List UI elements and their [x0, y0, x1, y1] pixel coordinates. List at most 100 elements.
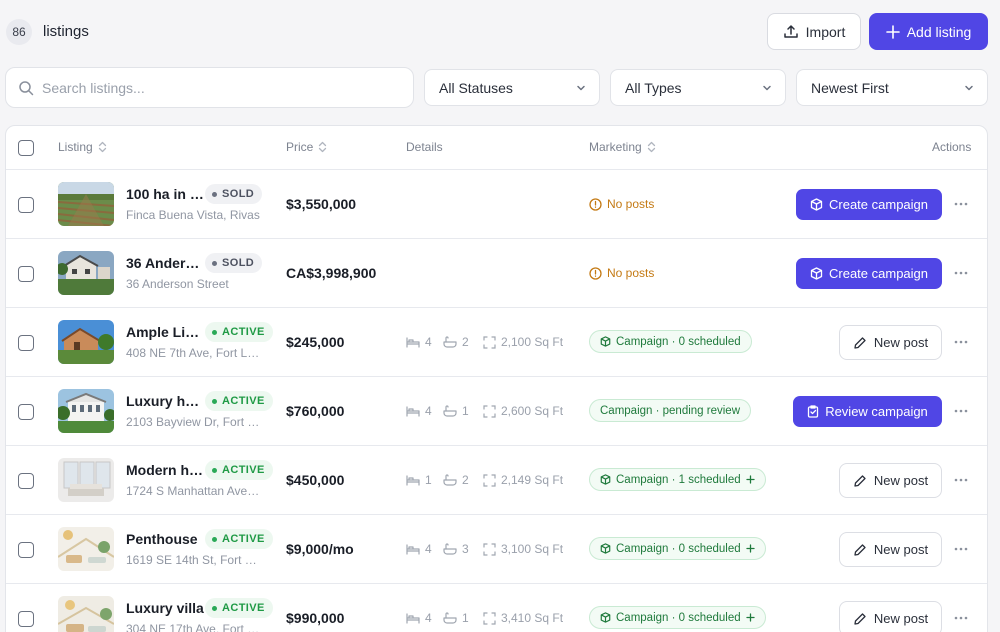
status-filter-select[interactable]: All Statuses [424, 69, 600, 106]
baths-count: 1 [462, 404, 469, 418]
more-actions-icon[interactable] [952, 196, 970, 212]
listing-thumbnail[interactable] [58, 458, 114, 502]
listing-price: $990,000 [286, 610, 345, 626]
campaign-chip[interactable]: Campaign · pending review [589, 399, 751, 422]
create-campaign-button[interactable]: Create campaign [796, 189, 942, 220]
new-post-button[interactable]: New post [839, 325, 942, 360]
new-post-button[interactable]: New post [839, 532, 942, 567]
status-dot [212, 467, 217, 473]
search-input[interactable] [42, 79, 372, 96]
action-label: New post [873, 335, 929, 350]
sort-select[interactable]: Newest First [796, 69, 988, 106]
column-header-listing[interactable]: Listing [58, 140, 107, 154]
table-row[interactable]: Penthouse ACTIVE 1619 SE 14th St, Fort L… [6, 515, 987, 584]
listing-thumbnail[interactable] [58, 596, 114, 632]
area-icon [483, 335, 496, 349]
column-header-marketing[interactable]: Marketing [589, 140, 656, 154]
table-row[interactable]: Luxury villa ACTIVE 304 NE 17th Ave, For… [6, 584, 987, 632]
column-header-label: Actions [932, 140, 972, 154]
more-actions-icon[interactable] [952, 403, 970, 419]
row-checkbox[interactable] [18, 542, 34, 558]
campaign-chip[interactable]: Campaign · 0 scheduled [589, 330, 752, 353]
new-post-button[interactable]: New post [839, 463, 942, 498]
clipboard-icon [808, 405, 819, 418]
plus-icon[interactable] [746, 613, 755, 622]
beds-count: 4 [425, 404, 432, 418]
table-row[interactable]: 100 ha in Pinar del Río SOLD Finca Buena… [6, 170, 987, 239]
plus-icon[interactable] [746, 544, 755, 553]
create-campaign-button[interactable]: Create campaign [796, 258, 942, 289]
cube-icon [600, 543, 611, 554]
campaign-chip[interactable]: Campaign · 0 scheduled [589, 537, 766, 560]
listing-title[interactable]: Luxury villa [126, 600, 204, 616]
status-label: SOLD [222, 257, 255, 269]
campaign-chip[interactable]: Campaign · 1 scheduled [589, 468, 766, 491]
table-row[interactable]: Modern home ACTIVE 1724 S Manhattan Ave,… [6, 446, 987, 515]
status-filter-value: All Statuses [439, 79, 513, 96]
listing-details: 4 1 2,600 Sq Ft [406, 404, 563, 418]
sort-value: Newest First [811, 79, 889, 96]
cube-icon [810, 198, 823, 211]
row-checkbox[interactable] [18, 473, 34, 489]
plus-icon[interactable] [746, 475, 755, 484]
column-header-price[interactable]: Price [286, 140, 327, 154]
listing-address: 36 Anderson Street [126, 277, 229, 291]
type-filter-value: All Types [625, 79, 682, 96]
type-filter-select[interactable]: All Types [610, 69, 786, 106]
import-button[interactable]: Import [767, 13, 861, 50]
more-actions-icon[interactable] [952, 334, 970, 350]
column-header-label: Details [406, 140, 443, 154]
sort-icon [647, 141, 655, 153]
listing-address: 408 NE 7th Ave, Fort Lauderdale [126, 346, 262, 360]
listing-details: 1 2 2,149 Sq Ft [406, 473, 563, 487]
plus-icon [885, 24, 900, 39]
listing-price: $245,000 [286, 334, 345, 350]
add-listing-button[interactable]: Add listing [869, 13, 988, 50]
more-actions-icon[interactable] [952, 610, 970, 626]
more-actions-icon[interactable] [952, 541, 970, 557]
column-header-actions: Actions [932, 140, 971, 154]
action-label: Create campaign [829, 266, 928, 281]
new-post-button[interactable]: New post [839, 601, 942, 632]
listing-title[interactable]: Penthouse [126, 531, 204, 547]
sqft-value: 2,600 Sq Ft [501, 404, 564, 418]
listing-thumbnail[interactable] [58, 527, 114, 571]
upload-icon [783, 24, 798, 38]
row-checkbox[interactable] [18, 611, 34, 627]
status-label: ACTIVE [222, 395, 265, 407]
listing-title[interactable]: 36 Anderson Street [126, 255, 204, 271]
marketing-label: No posts [607, 197, 655, 211]
listing-thumbnail[interactable] [58, 251, 114, 295]
listing-details: 4 2 2,100 Sq Ft [406, 335, 563, 349]
listing-details: 4 1 3,410 Sq Ft [406, 611, 563, 625]
row-checkbox[interactable] [18, 197, 34, 213]
listing-title[interactable]: Ample Living [126, 324, 204, 340]
search-box[interactable] [5, 67, 414, 108]
listing-title[interactable]: Modern home [126, 462, 204, 478]
table-row[interactable]: Ample Living ACTIVE 408 NE 7th Ave, Fort… [6, 308, 987, 377]
table-row[interactable]: 36 Anderson Street SOLD 36 Anderson Stre… [6, 239, 987, 308]
baths-count: 3 [462, 542, 469, 556]
more-actions-icon[interactable] [952, 265, 970, 281]
listings-table: Listing Price Details Marketing Actions … [5, 125, 988, 632]
select-all-checkbox[interactable] [18, 140, 34, 156]
campaign-chip[interactable]: Campaign · 0 scheduled [589, 606, 766, 629]
review-campaign-button[interactable]: Review campaign [793, 396, 942, 427]
listing-thumbnail[interactable] [58, 320, 114, 364]
more-actions-icon[interactable] [952, 472, 970, 488]
row-checkbox[interactable] [18, 404, 34, 420]
status-label: ACTIVE [222, 602, 265, 614]
listing-title[interactable]: 100 ha in Pinar del Río [126, 186, 204, 202]
listing-thumbnail[interactable] [58, 389, 114, 433]
beds-count: 1 [425, 473, 432, 487]
table-row[interactable]: Luxury home ACTIVE 2103 Bayview Dr, Fort… [6, 377, 987, 446]
listing-thumbnail[interactable] [58, 182, 114, 226]
row-checkbox[interactable] [18, 266, 34, 282]
sqft-value: 3,410 Sq Ft [501, 611, 564, 625]
status-badge: SOLD [205, 184, 263, 204]
row-checkbox[interactable] [18, 335, 34, 351]
campaign-label: Campaign · 0 scheduled [616, 542, 741, 555]
listing-title[interactable]: Luxury home [126, 393, 204, 409]
search-icon [19, 80, 34, 95]
campaign-label: Campaign · 0 scheduled [616, 611, 741, 624]
